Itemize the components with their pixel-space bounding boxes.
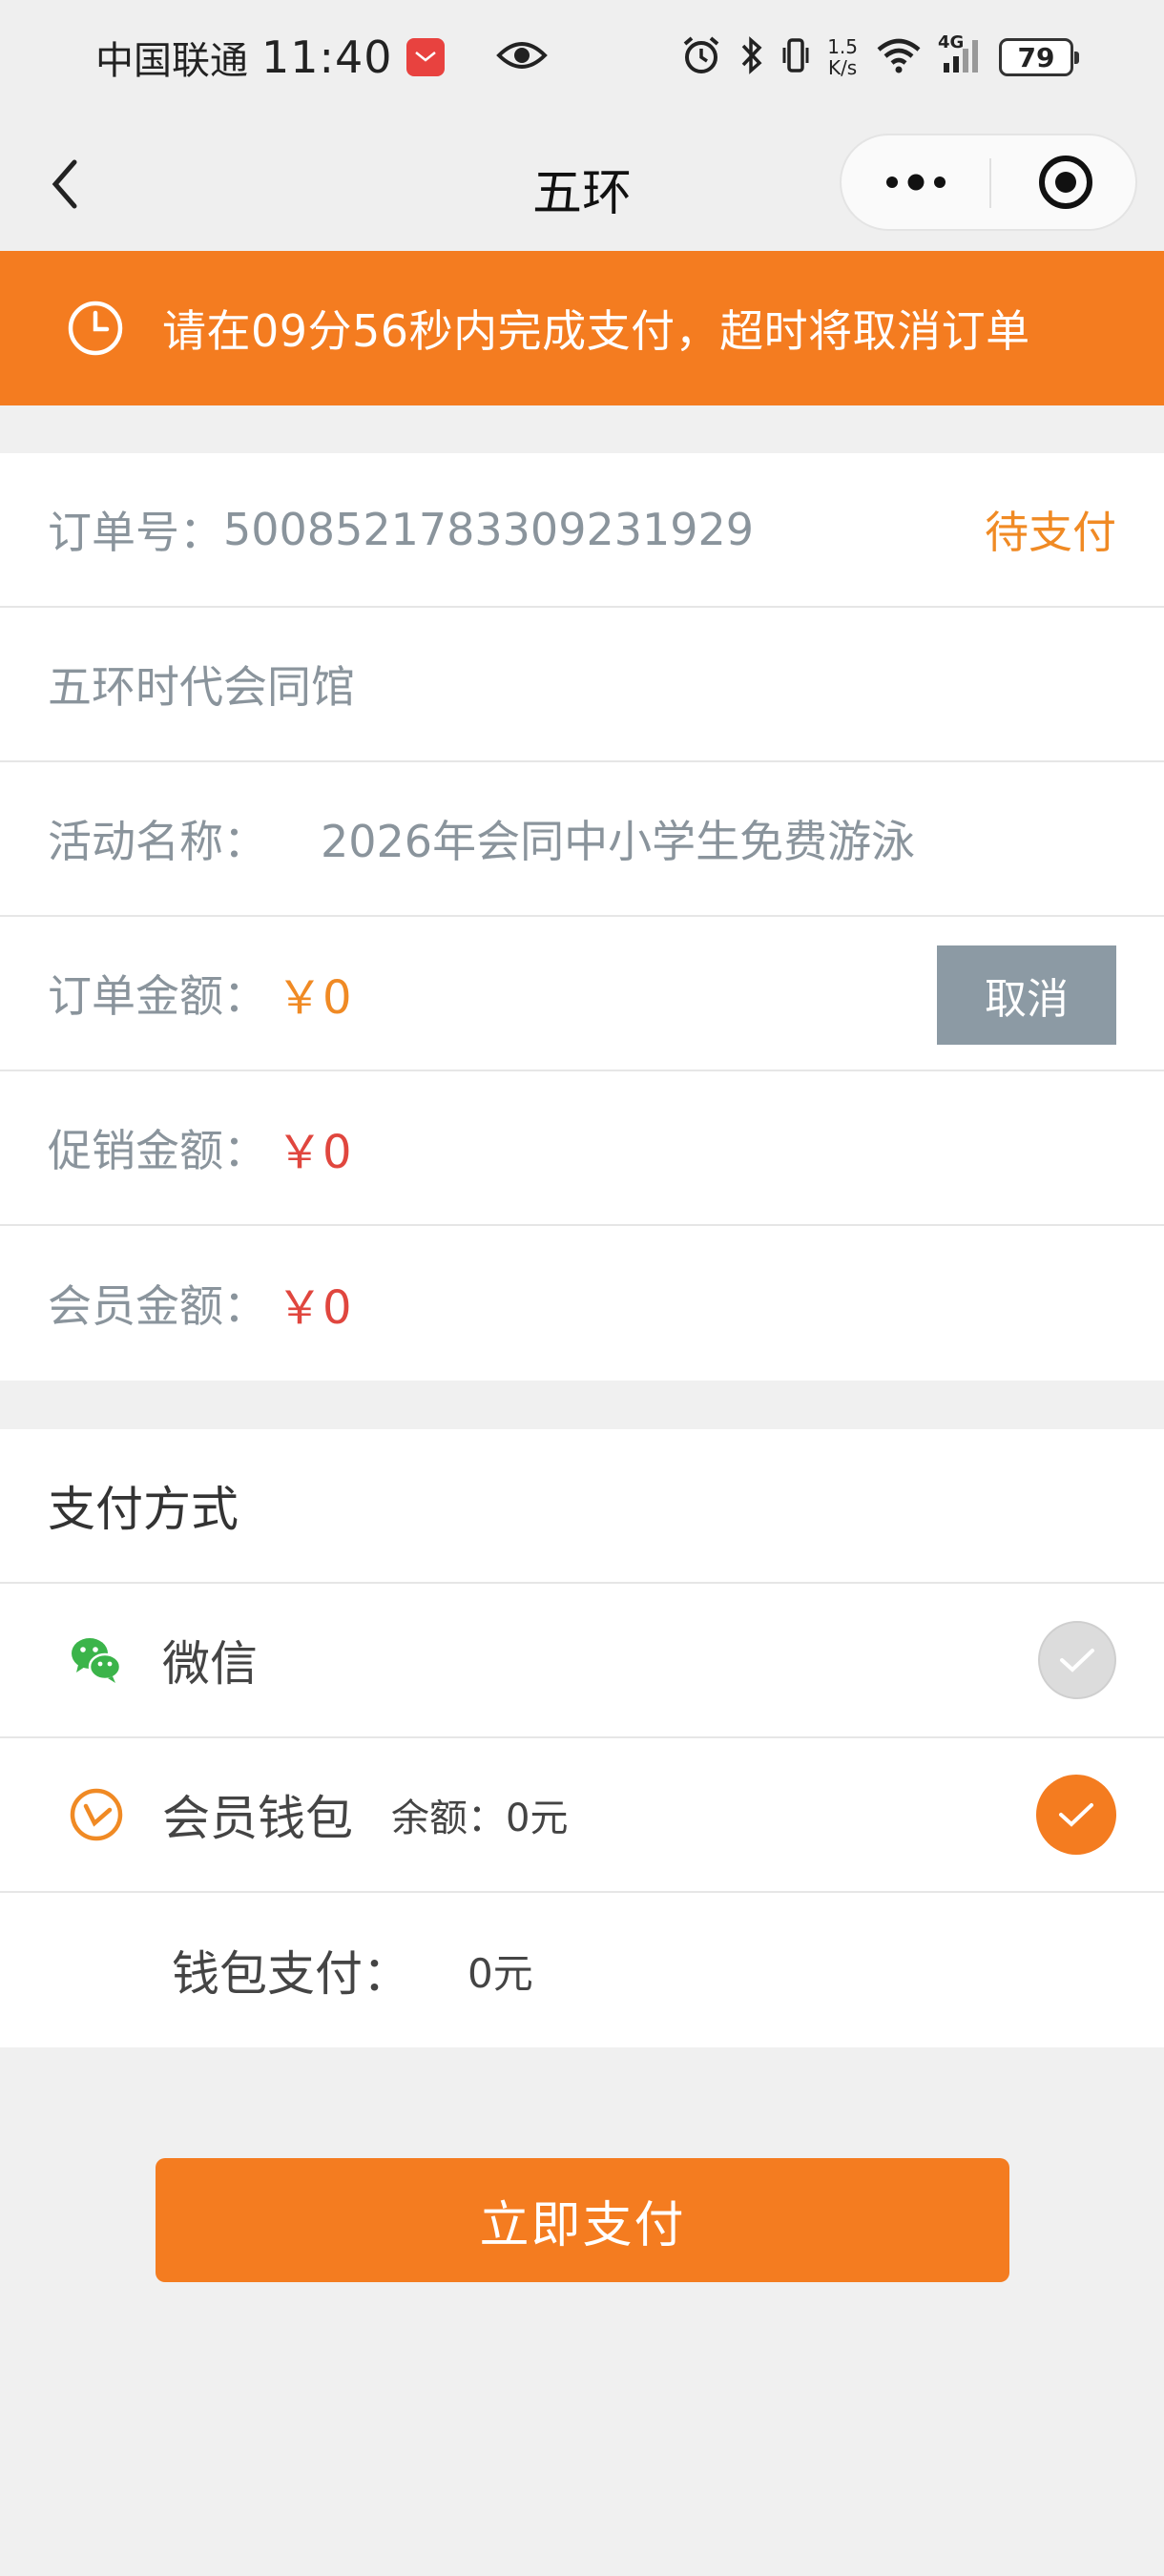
status-bar: 中国联通 11:40 1.5 K/s 4G 79 <box>0 0 1164 114</box>
battery-icon: 79 <box>999 38 1079 76</box>
promo-amount-label: 促销金额： <box>48 1125 267 1176</box>
net-speed-unit: K/s <box>827 56 858 79</box>
order-status-badge: 待支付 <box>985 507 1116 558</box>
nav-bar: 五环 <box>0 114 1164 251</box>
wechat-icon <box>72 1638 122 1683</box>
bluetooth-icon <box>739 34 764 80</box>
mini-program-capsule <box>840 134 1137 231</box>
order-info-card: 订单号： 5008521783309231929 待支付 五环时代会同馆 活动名… <box>0 453 1164 1381</box>
wifi-icon <box>875 36 923 78</box>
order-amount-label: 订单金额： <box>48 970 267 1022</box>
wallet-radio[interactable] <box>1036 1775 1116 1855</box>
net-speed-value: 1.5 <box>827 35 858 58</box>
activity-name: 2026年会同中小学生免费游泳 <box>321 816 916 867</box>
order-amount-row: 订单金额： ￥0 取消 <box>0 917 1164 1071</box>
wallet-pay-amount: 0元 <box>468 1949 533 1997</box>
status-right: 1.5 K/s 4G 79 <box>680 29 1079 86</box>
net-speed: 1.5 K/s <box>827 36 858 78</box>
member-amount-row: 会员金额： ￥0 <box>0 1226 1164 1381</box>
network-type: 4G <box>938 32 965 52</box>
activity-label: 活动名称： <box>48 816 267 867</box>
payment-countdown-banner: 请在09分56秒内完成支付，超时将取消订单 <box>0 251 1164 405</box>
order-number-row: 订单号： 5008521783309231929 待支付 <box>0 453 1164 608</box>
payment-name-wallet: 会员钱包 <box>162 1791 353 1846</box>
wallet-pay-row: 钱包支付： 0元 <box>0 1893 1164 2047</box>
venue-row: 五环时代会同馆 <box>0 608 1164 762</box>
vibrate-icon <box>781 34 810 80</box>
clock-icon <box>68 301 123 356</box>
carrier-name: 中国联通 <box>95 39 248 83</box>
exit-mini-program-button[interactable] <box>991 135 1139 229</box>
member-amount: ￥0 <box>277 1281 352 1335</box>
wechat-radio[interactable] <box>1038 1621 1116 1699</box>
more-dots-icon <box>885 174 946 191</box>
payment-option-wallet[interactable]: 会员钱包 余额：0元 <box>0 1738 1164 1893</box>
status-left: 中国联通 11:40 <box>95 29 548 86</box>
order-number: 5008521783309231929 <box>223 504 755 555</box>
payment-name-wechat: 微信 <box>162 1636 258 1692</box>
alarm-icon <box>680 34 722 80</box>
wallet-balance: 余额：0元 <box>391 1797 569 1840</box>
huawei-app-icon <box>405 38 445 76</box>
activity-row: 活动名称： 2026年会同中小学生免费游泳 <box>0 762 1164 917</box>
member-amount-label: 会员金额： <box>48 1280 267 1332</box>
check-icon <box>1060 1649 1094 1672</box>
cancel-order-button[interactable]: 取消 <box>937 945 1116 1045</box>
payment-method-card: 支付方式 微信 会员钱包 余额：0元 钱包支付： 0元 <box>0 1429 1164 2047</box>
target-circle-icon <box>1038 156 1092 209</box>
eye-icon <box>495 38 548 76</box>
status-time: 11:40 <box>261 31 393 83</box>
signal-icon: 4G <box>938 32 982 78</box>
order-number-label: 订单号： <box>48 507 223 558</box>
promo-amount: ￥0 <box>277 1126 352 1179</box>
more-button[interactable] <box>842 135 989 229</box>
countdown-text: 请在09分56秒内完成支付，超时将取消订单 <box>162 305 1030 357</box>
venue-name: 五环时代会同馆 <box>48 661 355 713</box>
payment-method-title: 支付方式 <box>0 1429 1164 1584</box>
order-amount: ￥0 <box>277 971 352 1025</box>
promo-amount-row: 促销金额： ￥0 <box>0 1071 1164 1226</box>
check-icon <box>1059 1803 1093 1827</box>
battery-level: 79 <box>1017 41 1055 73</box>
wallet-pay-label: 钱包支付： <box>172 1946 410 2002</box>
pay-now-button[interactable]: 立即支付 <box>156 2158 1009 2282</box>
payment-option-wechat[interactable]: 微信 <box>0 1584 1164 1738</box>
wallet-icon <box>70 1788 123 1841</box>
